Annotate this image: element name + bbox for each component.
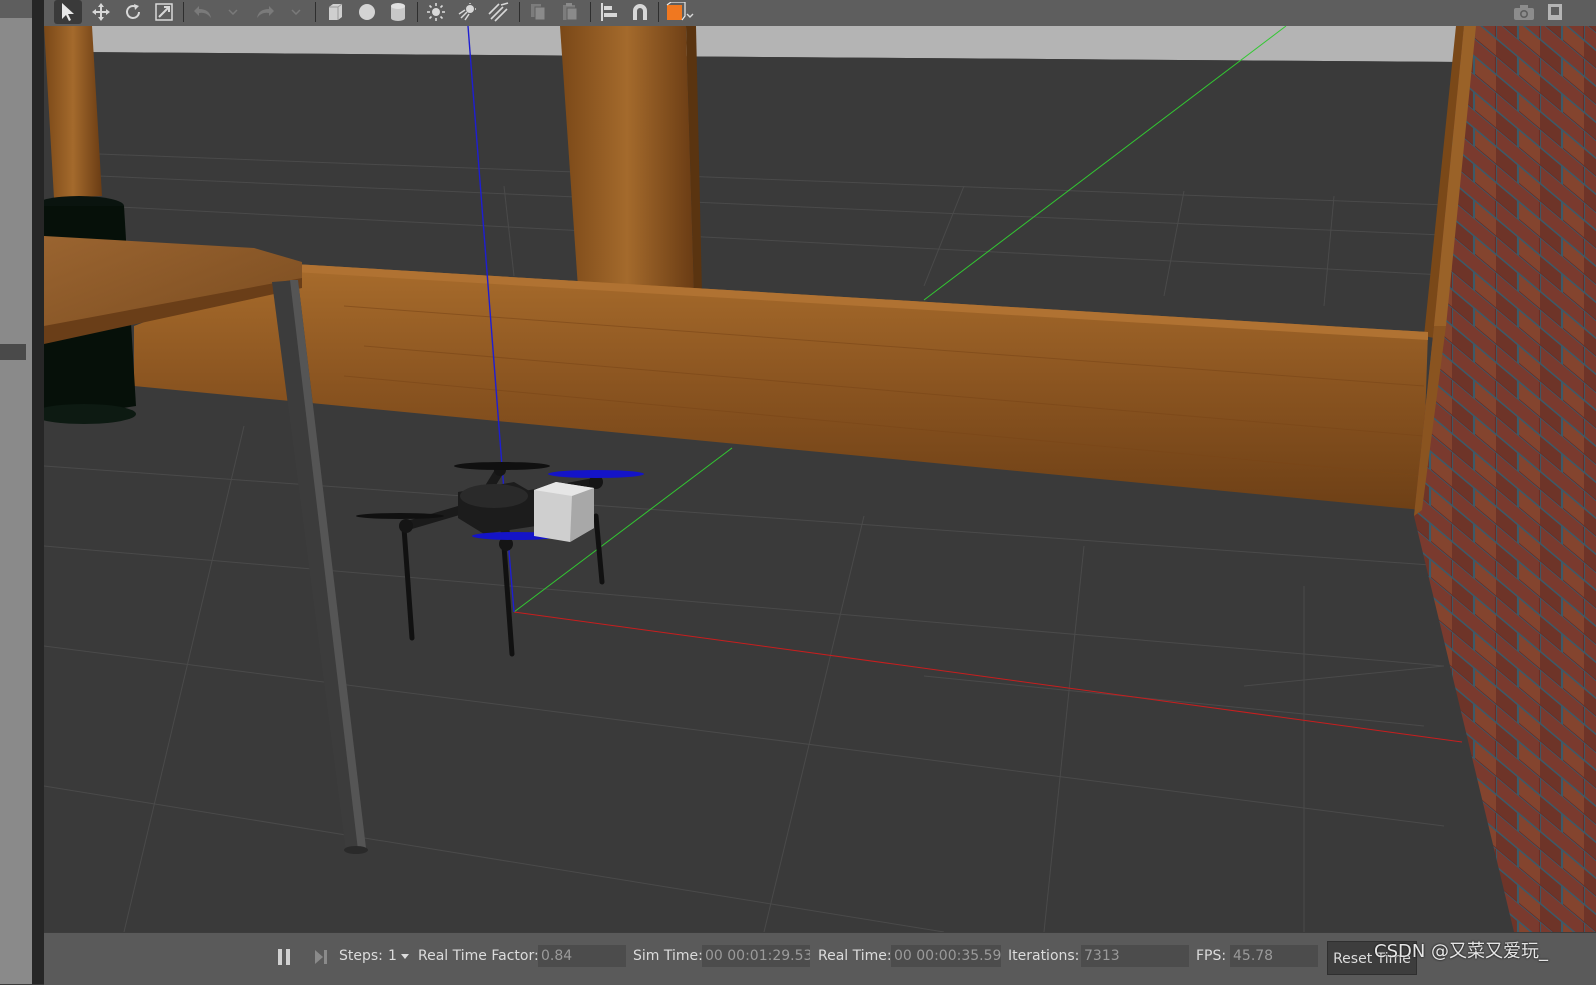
pause-icon[interactable]	[272, 945, 296, 969]
steps-label: Steps:	[339, 948, 383, 964]
sim-time-label: Sim Time:	[633, 948, 703, 964]
spot-light-icon[interactable]	[454, 0, 480, 24]
point-light-icon[interactable]	[423, 0, 449, 24]
record-icon[interactable]	[1542, 0, 1568, 24]
screenshot-icon[interactable]	[1510, 0, 1538, 24]
align-icon[interactable]	[596, 0, 622, 24]
snap-magnet-icon[interactable]	[627, 0, 653, 24]
real-time-value: 00 00:00:35.591	[891, 945, 1001, 967]
left-panel-toggle[interactable]	[0, 344, 26, 360]
sim-time-value: 00 00:01:29.536	[702, 945, 810, 967]
redo-dropdown-icon[interactable]	[289, 0, 303, 24]
cylinder-shape-icon[interactable]	[385, 0, 411, 24]
status-bar: Steps: 1 Real Time Factor: 0.84 Sim Time…	[44, 932, 1596, 985]
scale-icon[interactable]	[151, 0, 177, 24]
view-angle-icon[interactable]	[662, 0, 696, 24]
paste-icon[interactable]	[557, 0, 583, 24]
directional-light-icon[interactable]	[485, 0, 513, 24]
collapsed-world-panel	[0, 18, 32, 984]
copy-icon[interactable]	[525, 0, 551, 24]
step-icon[interactable]	[310, 945, 332, 969]
left-panel-splitter[interactable]	[32, 0, 71, 984]
watermark-text: CSDN @又菜又爱玩_	[1374, 941, 1549, 962]
steps-value[interactable]: 1	[388, 948, 397, 964]
box-shape-icon[interactable]	[322, 0, 348, 24]
sphere-shape-icon[interactable]	[354, 0, 380, 24]
real-time-factor-value: 0.84	[538, 945, 626, 967]
rotate-icon[interactable]	[120, 0, 146, 24]
select-arrow-icon[interactable]	[54, 0, 82, 24]
undo-dropdown-icon[interactable]	[226, 0, 240, 24]
translate-icon[interactable]	[88, 0, 114, 24]
fps-label: FPS:	[1196, 948, 1227, 964]
redo-icon[interactable]	[252, 0, 278, 24]
steps-dropdown-icon[interactable]	[398, 947, 412, 967]
iterations-value: 7313	[1081, 945, 1189, 967]
scene-render[interactable]	[44, 26, 1596, 932]
fps-value: 45.78	[1230, 945, 1318, 967]
3d-viewport[interactable]	[44, 26, 1596, 932]
iterations-label: Iterations:	[1008, 948, 1080, 964]
toolbar	[0, 0, 1596, 27]
real-time-factor-label: Real Time Factor:	[418, 948, 539, 964]
undo-icon[interactable]	[190, 0, 216, 24]
real-time-label: Real Time:	[818, 948, 892, 964]
